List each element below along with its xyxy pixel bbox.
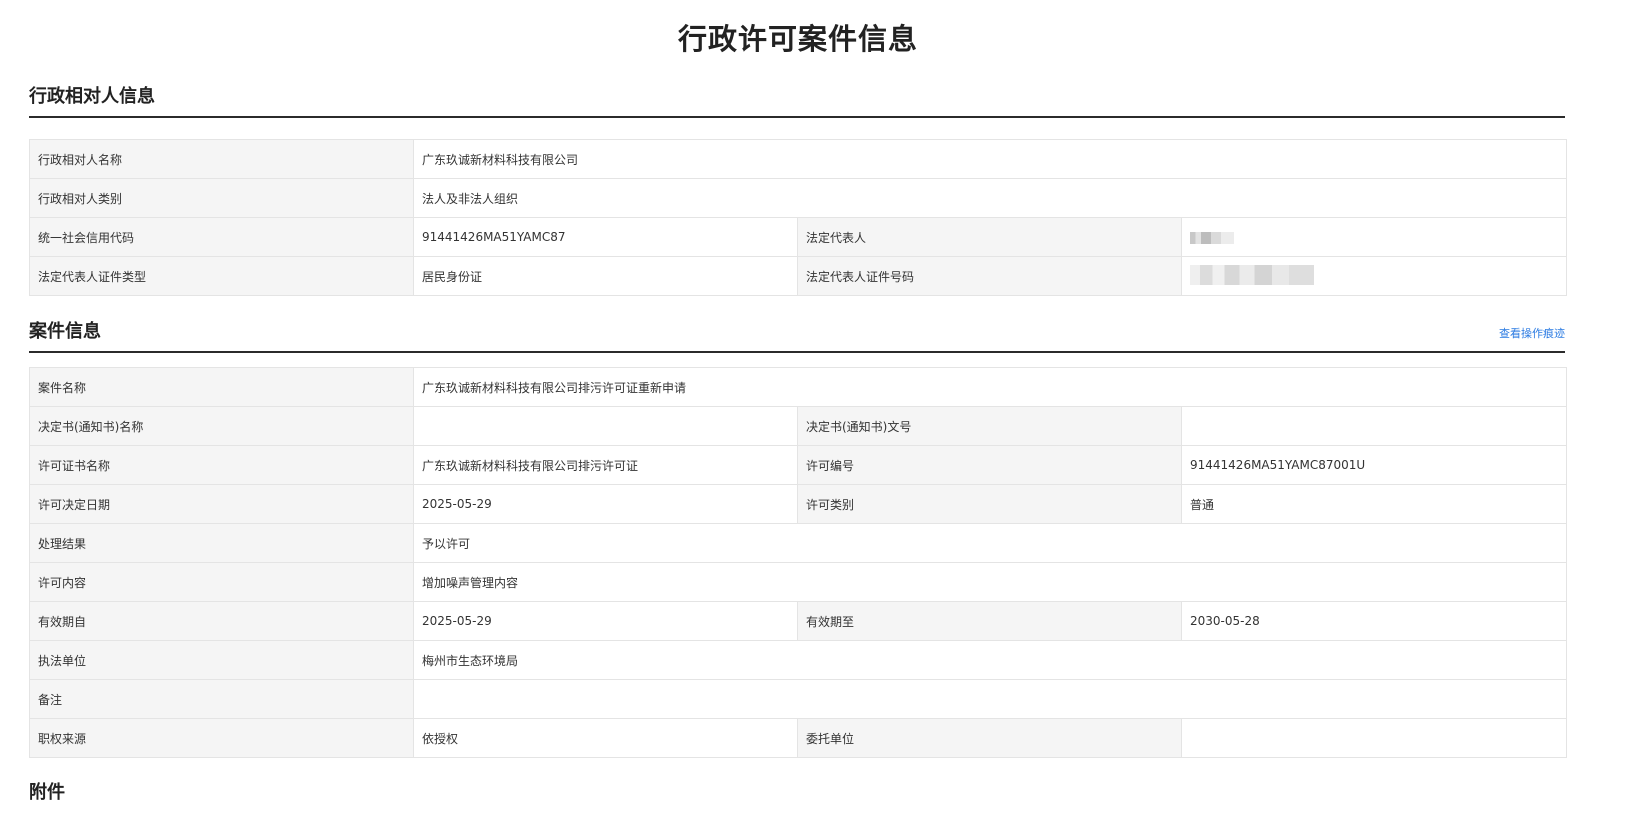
decision-date-label: 许可决定日期 bbox=[29, 484, 414, 524]
redacted-name bbox=[1190, 231, 1234, 244]
party-type-label: 行政相对人类别 bbox=[29, 178, 414, 218]
decision-date-value: 2025-05-29 bbox=[413, 484, 798, 524]
license-number-label: 许可编号 bbox=[797, 445, 1182, 485]
valid-to-label: 有效期至 bbox=[797, 601, 1182, 641]
credit-code-value: 91441426MA51YAMC87 bbox=[413, 217, 798, 257]
redacted-id-number bbox=[1190, 264, 1314, 285]
table-row: 处理结果 予以许可 bbox=[29, 523, 1567, 563]
table-row: 许可证书名称 广东玖诚新材料科技有限公司排污许可证 许可编号 91441426M… bbox=[29, 445, 1567, 485]
table-row: 许可决定日期 2025-05-29 许可类别 普通 bbox=[29, 484, 1567, 524]
remark-value bbox=[413, 679, 1567, 719]
license-type-value: 普通 bbox=[1181, 484, 1567, 524]
case-info-table: 案件名称 广东玖诚新材料科技有限公司排污许可证重新申请 决定书(通知书)名称 决… bbox=[29, 367, 1567, 758]
table-row: 行政相对人类别 法人及非法人组织 bbox=[29, 178, 1567, 218]
table-row: 案件名称 广东玖诚新材料科技有限公司排污许可证重新申请 bbox=[29, 367, 1567, 407]
table-row: 职权来源 依授权 委托单位 bbox=[29, 718, 1567, 758]
license-name-value: 广东玖诚新材料科技有限公司排污许可证 bbox=[413, 445, 798, 485]
id-number-value bbox=[1181, 256, 1567, 296]
view-operation-log-link[interactable]: 查看操作痕迹 bbox=[1499, 325, 1565, 341]
license-content-value: 增加噪声管理内容 bbox=[413, 562, 1567, 602]
section-title-attachments: 附件 bbox=[29, 782, 65, 803]
authority-source-value: 依授权 bbox=[413, 718, 798, 758]
page-title: 行政许可案件信息 bbox=[677, 22, 918, 56]
table-row: 统一社会信用代码 91441426MA51YAMC87 法定代表人 bbox=[29, 217, 1567, 257]
valid-from-label: 有效期自 bbox=[29, 601, 414, 641]
table-row: 备注 bbox=[29, 679, 1567, 719]
entrusted-unit-value bbox=[1181, 718, 1567, 758]
table-row: 决定书(通知书)名称 决定书(通知书)文号 bbox=[29, 406, 1567, 446]
valid-from-value: 2025-05-29 bbox=[413, 601, 798, 641]
entrusted-unit-label: 委托单位 bbox=[797, 718, 1182, 758]
case-name-label: 案件名称 bbox=[29, 367, 414, 407]
credit-code-label: 统一社会信用代码 bbox=[29, 217, 414, 257]
remark-label: 备注 bbox=[29, 679, 414, 719]
valid-to-value: 2030-05-28 bbox=[1181, 601, 1567, 641]
decision-name-value bbox=[413, 406, 798, 446]
party-name-value: 广东玖诚新材料科技有限公司 bbox=[413, 139, 1567, 179]
section-title-party: 行政相对人信息 bbox=[29, 86, 155, 107]
authority-source-label: 职权来源 bbox=[29, 718, 414, 758]
license-name-label: 许可证书名称 bbox=[29, 445, 414, 485]
party-info-table: 行政相对人名称 广东玖诚新材料科技有限公司 行政相对人类别 法人及非法人组织 统… bbox=[29, 139, 1567, 296]
result-label: 处理结果 bbox=[29, 523, 414, 563]
decision-name-label: 决定书(通知书)名称 bbox=[29, 406, 414, 446]
decision-number-value bbox=[1181, 406, 1567, 446]
license-content-label: 许可内容 bbox=[29, 562, 414, 602]
case-name-value: 广东玖诚新材料科技有限公司排污许可证重新申请 bbox=[413, 367, 1567, 407]
id-type-value: 居民身份证 bbox=[413, 256, 798, 296]
table-row: 有效期自 2025-05-29 有效期至 2030-05-28 bbox=[29, 601, 1567, 641]
license-type-label: 许可类别 bbox=[797, 484, 1182, 524]
party-name-label: 行政相对人名称 bbox=[29, 139, 414, 179]
section-header-party: 行政相对人信息 bbox=[29, 80, 1565, 118]
table-row: 执法单位 梅州市生态环境局 bbox=[29, 640, 1567, 680]
section-header-case: 案件信息 查看操作痕迹 bbox=[29, 315, 1565, 353]
section-title-case: 案件信息 bbox=[29, 321, 101, 342]
table-row: 法定代表人证件类型 居民身份证 法定代表人证件号码 bbox=[29, 256, 1567, 296]
legal-rep-label: 法定代表人 bbox=[797, 217, 1182, 257]
license-number-value: 91441426MA51YAMC87001U bbox=[1181, 445, 1567, 485]
party-type-value: 法人及非法人组织 bbox=[413, 178, 1567, 218]
table-row: 许可内容 增加噪声管理内容 bbox=[29, 562, 1567, 602]
table-row: 行政相对人名称 广东玖诚新材料科技有限公司 bbox=[29, 139, 1567, 179]
legal-rep-value bbox=[1181, 217, 1567, 257]
id-number-label: 法定代表人证件号码 bbox=[797, 256, 1182, 296]
decision-number-label: 决定书(通知书)文号 bbox=[797, 406, 1182, 446]
enforcement-unit-label: 执法单位 bbox=[29, 640, 414, 680]
id-type-label: 法定代表人证件类型 bbox=[29, 256, 414, 296]
enforcement-unit-value: 梅州市生态环境局 bbox=[413, 640, 1567, 680]
result-value: 予以许可 bbox=[413, 523, 1567, 563]
